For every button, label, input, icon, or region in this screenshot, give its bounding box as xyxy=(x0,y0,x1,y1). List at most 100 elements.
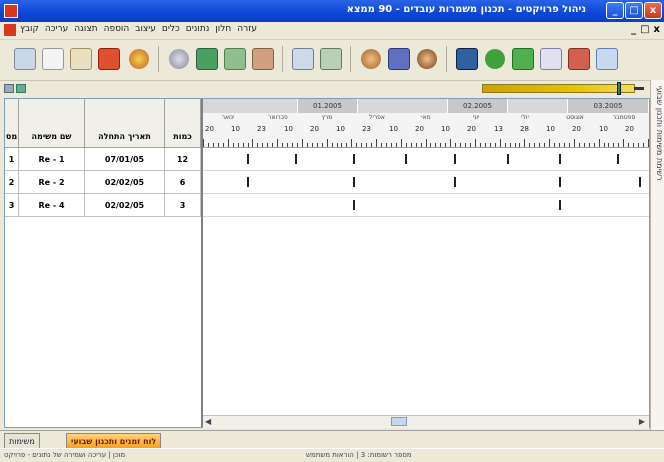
gantt-tick xyxy=(574,139,575,147)
side-panel[interactable]: רשימת משימות ותכנון שבועי xyxy=(650,80,664,430)
maximize-button[interactable]: □ xyxy=(625,2,643,19)
gantt-row[interactable] xyxy=(203,194,649,217)
menu-item-format[interactable]: עיצוב xyxy=(135,24,156,34)
gantt-day-label: 10 xyxy=(336,125,345,133)
gantt-shift-marker[interactable] xyxy=(353,177,355,187)
menu-item-window[interactable]: חלון xyxy=(215,24,231,34)
app-icon[interactable] xyxy=(4,4,18,18)
copy-icon[interactable] xyxy=(38,44,68,74)
user-icon[interactable] xyxy=(356,44,386,74)
print-icon[interactable] xyxy=(4,84,14,93)
menu-item-edit[interactable]: עריכה xyxy=(45,24,68,34)
gantt-chart[interactable]: 01.2005 02.2005 03.2005 ינואר פברואר מרץ אפ… xyxy=(203,99,649,428)
col-header-count[interactable]: כמות xyxy=(165,99,201,147)
tab-tasks[interactable]: משימות xyxy=(4,433,40,448)
zoom-slider[interactable] xyxy=(482,82,644,95)
export-icon[interactable] xyxy=(192,44,222,74)
report-icon[interactable] xyxy=(452,44,482,74)
gantt-tick xyxy=(534,143,535,147)
print-icon[interactable] xyxy=(220,44,250,74)
gantt-tick xyxy=(638,143,639,147)
gantt-shift-marker[interactable] xyxy=(559,154,561,164)
gantt-shift-marker[interactable] xyxy=(247,154,249,164)
mdi-restore-button[interactable]: □ xyxy=(640,24,649,35)
tree-icon[interactable] xyxy=(508,44,538,74)
row-date[interactable]: 07/01/05 xyxy=(85,148,165,170)
gantt-shift-marker[interactable] xyxy=(353,200,355,210)
document-icon[interactable] xyxy=(4,24,16,36)
tab-schedule[interactable]: לוח זמנים ותכנון שבועי xyxy=(66,433,162,448)
user-add-icon[interactable] xyxy=(412,44,442,74)
menu-item-tools[interactable]: כלים xyxy=(162,24,180,34)
paste-icon[interactable] xyxy=(66,44,96,74)
settings-icon[interactable] xyxy=(164,44,194,74)
gantt-tick xyxy=(332,143,333,147)
gantt-day-label: 20 xyxy=(625,125,634,133)
minimize-button[interactable]: _ xyxy=(606,2,624,19)
zoom-slider-thumb[interactable] xyxy=(617,82,621,95)
gantt-shift-marker[interactable] xyxy=(639,177,641,187)
presentation-icon[interactable] xyxy=(564,44,594,74)
gantt-tick xyxy=(297,143,298,147)
menu-item-view[interactable]: תצוגה xyxy=(74,24,97,34)
col-header-date[interactable]: תאריך התחלה xyxy=(85,99,165,147)
gantt-month: 03.2005 xyxy=(568,99,649,113)
gantt-shift-marker[interactable] xyxy=(559,177,561,187)
gantt-day-label: 23 xyxy=(257,125,266,133)
grid-icon[interactable] xyxy=(16,84,26,93)
row-count[interactable]: 3 xyxy=(165,194,201,216)
table-icon[interactable] xyxy=(316,44,346,74)
gantt-tick xyxy=(643,143,644,147)
gantt-shift-marker[interactable] xyxy=(353,154,355,164)
row-date[interactable]: 02/02/05 xyxy=(85,171,165,193)
table-row[interactable]: 2 Re - 2 02/02/05 6 xyxy=(5,171,201,194)
gantt-tick xyxy=(564,143,565,147)
row-date[interactable]: 02/02/05 xyxy=(85,194,165,216)
gantt-shift-marker[interactable] xyxy=(247,177,249,187)
gantt-shift-marker[interactable] xyxy=(507,154,509,164)
calendar-icon[interactable] xyxy=(288,44,318,74)
row-name[interactable]: Re - 1 xyxy=(19,148,85,170)
gantt-tick xyxy=(223,143,224,147)
document-icon[interactable] xyxy=(536,44,566,74)
group-icon[interactable] xyxy=(384,44,414,74)
col-header-name[interactable]: שם משימה xyxy=(19,99,85,147)
row-name[interactable]: Re - 2 xyxy=(19,171,85,193)
mdi-minimize-button[interactable]: _ xyxy=(631,24,636,35)
menu-item-insert[interactable]: הוספה xyxy=(104,24,130,34)
mdi-close-button[interactable]: x xyxy=(654,24,660,35)
gantt-tick xyxy=(203,139,204,147)
gantt-tick xyxy=(257,143,258,147)
col-header-number[interactable]: מס xyxy=(5,99,19,147)
row-count[interactable]: 12 xyxy=(165,148,201,170)
filter-icon[interactable] xyxy=(248,44,278,74)
menu-item-help[interactable]: עזרה xyxy=(237,24,257,34)
gantt-shift-marker[interactable] xyxy=(454,154,456,164)
menu-item-data[interactable]: נתונים xyxy=(186,24,210,34)
menu-item-file[interactable]: קובץ xyxy=(20,24,39,34)
scroll-left-icon[interactable]: ◀ xyxy=(205,417,211,426)
table-row[interactable]: 3 Re - 4 02/02/05 3 xyxy=(5,194,201,217)
row-count[interactable]: 6 xyxy=(165,171,201,193)
gantt-month xyxy=(508,99,568,113)
scroll-right-icon[interactable]: ▶ xyxy=(639,417,645,426)
mdi-controls: _ □ x xyxy=(631,24,660,35)
new-icon[interactable] xyxy=(10,44,40,74)
gantt-day-label: 20 xyxy=(572,125,581,133)
delete-icon[interactable] xyxy=(94,44,124,74)
paint-icon[interactable] xyxy=(124,44,154,74)
table-row[interactable]: 1 Re - 1 07/01/05 12 xyxy=(5,148,201,171)
close-button[interactable]: x xyxy=(644,2,662,19)
scrollbar-thumb[interactable] xyxy=(391,417,407,426)
gantt-shift-marker[interactable] xyxy=(405,154,407,164)
horizontal-scrollbar[interactable]: ◀ ▶ xyxy=(203,415,649,428)
gantt-row[interactable] xyxy=(203,171,649,194)
gantt-row[interactable] xyxy=(203,148,649,171)
chart-icon[interactable] xyxy=(480,44,510,74)
row-name[interactable]: Re - 4 xyxy=(19,194,85,216)
gantt-shift-marker[interactable] xyxy=(559,200,561,210)
gantt-shift-marker[interactable] xyxy=(454,177,456,187)
gantt-shift-marker[interactable] xyxy=(295,154,297,164)
grid-icon[interactable] xyxy=(592,44,622,74)
gantt-shift-marker[interactable] xyxy=(617,154,619,164)
